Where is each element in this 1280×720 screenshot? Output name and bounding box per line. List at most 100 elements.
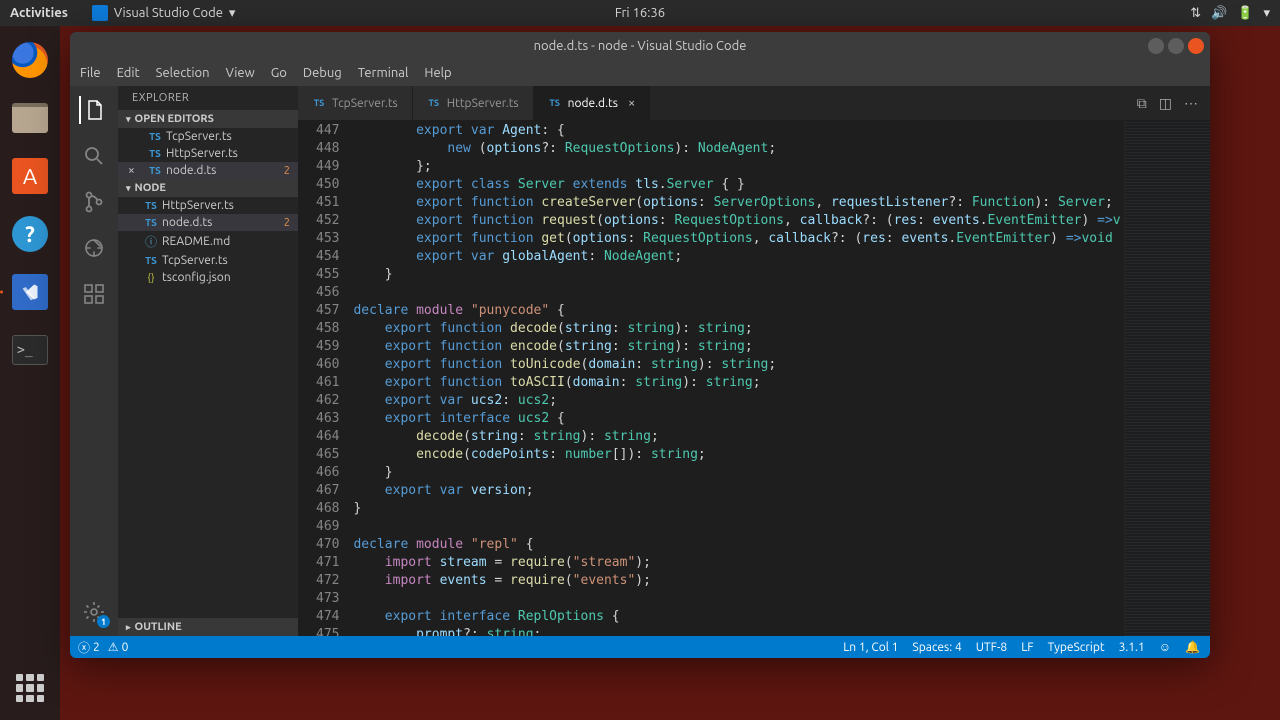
open-editors-header[interactable]: ▾ OPEN EDITORS — [118, 110, 298, 128]
help-icon: ? — [12, 216, 48, 252]
open-editor-item[interactable]: ×node.d.ts2 — [118, 162, 298, 179]
window-controls — [1148, 38, 1204, 54]
error-icon: ⓧ — [78, 639, 90, 656]
chevron-down-icon: ▾ — [126, 114, 131, 125]
file-md-icon — [144, 233, 158, 250]
editor-tab[interactable]: HttpServer.ts — [413, 86, 534, 120]
activity-scm[interactable] — [80, 188, 108, 216]
dock-software[interactable]: A — [8, 154, 52, 198]
outline-label: OUTLINE — [135, 621, 182, 633]
app-indicator[interactable]: Visual Studio Code ▾ — [92, 5, 236, 21]
workspace-file-item[interactable]: node.d.ts2 — [118, 214, 298, 231]
clock-label[interactable]: Fri 16:36 — [615, 6, 665, 20]
status-encoding[interactable]: UTF-8 — [976, 641, 1007, 654]
open-editors-label: OPEN EDITORS — [135, 113, 214, 125]
dock-firefox[interactable] — [8, 38, 52, 82]
status-errors[interactable]: ⓧ2 — [78, 639, 100, 656]
dock-files[interactable] — [8, 96, 52, 140]
minimize-button[interactable] — [1148, 38, 1164, 54]
window-titlebar[interactable]: node.d.ts - node - Visual Studio Code — [70, 32, 1210, 60]
dock-vscode[interactable] — [8, 270, 52, 314]
file-name-label: TcpServer.ts — [162, 254, 228, 267]
tab-close-icon[interactable]: × — [628, 96, 635, 110]
close-button[interactable] — [1188, 38, 1204, 54]
workspace-file-item[interactable]: TcpServer.ts — [118, 252, 298, 269]
workspace-label: NODE — [135, 182, 166, 194]
editor-tab[interactable]: node.d.ts× — [534, 86, 651, 120]
battery-icon[interactable]: 🔋 — [1237, 6, 1253, 21]
menu-terminal[interactable]: Terminal — [358, 66, 409, 80]
workspace-file-list: HttpServer.tsnode.d.ts2README.md TcpServe… — [118, 197, 298, 286]
activity-debug[interactable] — [80, 234, 108, 262]
status-cursor[interactable]: Ln 1, Col 1 — [843, 641, 898, 654]
system-tray[interactable]: ⇅ 🔊 🔋 ▾ — [1190, 6, 1270, 21]
status-left: ⓧ2 ⚠0 — [70, 639, 128, 656]
menu-help[interactable]: Help — [424, 66, 451, 80]
menu-file[interactable]: File — [80, 66, 101, 80]
outline-header[interactable]: ▸ OUTLINE — [118, 618, 298, 636]
editor-tab-actions: ⧉ ◫ ⋯ — [1137, 86, 1210, 120]
warning-count: 0 — [122, 641, 129, 654]
more-icon[interactable]: ⋯ — [1184, 95, 1198, 112]
file-ts-icon — [148, 131, 162, 142]
editor-tab[interactable]: TcpServer.ts — [298, 86, 413, 120]
activity-extensions[interactable] — [80, 280, 108, 308]
workspace-file-item[interactable]: README.md — [118, 231, 298, 252]
vscode-icon — [12, 274, 48, 310]
dock-terminal[interactable]: >_ — [8, 328, 52, 372]
compare-icon[interactable]: ⧉ — [1137, 95, 1147, 112]
activity-bar: 1 — [70, 86, 118, 636]
workspace-header[interactable]: ▾ NODE — [118, 179, 298, 197]
file-ts-icon — [427, 98, 441, 108]
chevron-down-icon: ▾ — [126, 183, 131, 194]
status-right: Ln 1, Col 1 Spaces: 4 UTF-8 LF TypeScrip… — [843, 640, 1210, 654]
menu-selection[interactable]: Selection — [156, 66, 210, 80]
dock-show-apps[interactable] — [16, 674, 44, 702]
tab-label: HttpServer.ts — [447, 97, 519, 110]
status-feedback-icon[interactable]: ☺ — [1159, 640, 1171, 654]
file-name-label: TcpServer.ts — [166, 130, 232, 143]
status-eol[interactable]: LF — [1021, 641, 1033, 654]
settings-badge: 1 — [97, 615, 110, 628]
activity-settings[interactable]: 1 — [80, 598, 108, 626]
activities-button[interactable]: Activities — [10, 6, 68, 20]
file-name-label: node.d.ts — [166, 164, 216, 177]
status-indent[interactable]: Spaces: 4 — [912, 641, 961, 654]
volume-icon[interactable]: 🔊 — [1211, 6, 1227, 21]
status-warnings[interactable]: ⚠0 — [108, 640, 129, 654]
maximize-button[interactable] — [1168, 38, 1184, 54]
open-editor-item[interactable]: HttpServer.ts — [118, 145, 298, 162]
open-editors-list: TcpServer.tsHttpServer.ts×node.d.ts2 — [118, 128, 298, 179]
chevron-down-icon[interactable]: ▾ — [1263, 6, 1270, 21]
open-editor-item[interactable]: TcpServer.ts — [118, 128, 298, 145]
workspace-file-item[interactable]: tsconfig.json — [118, 269, 298, 286]
editor-group: TcpServer.ts HttpServer.ts node.d.ts× ⧉ ◫ … — [298, 86, 1210, 636]
status-bell-icon[interactable]: 🔔 — [1185, 640, 1200, 654]
file-ts-icon — [148, 165, 162, 176]
chevron-right-icon: ▸ — [126, 622, 131, 633]
vscode-window: node.d.ts - node - Visual Studio Code Fi… — [70, 32, 1210, 658]
text-editor[interactable]: 4474484494504514524534544554564574584594… — [298, 120, 1210, 636]
status-language[interactable]: TypeScript — [1048, 641, 1105, 654]
file-name-label: HttpServer.ts — [166, 147, 238, 160]
close-icon[interactable]: × — [128, 164, 135, 177]
workspace-file-item[interactable]: HttpServer.ts — [118, 197, 298, 214]
menu-go[interactable]: Go — [271, 66, 287, 80]
minimap[interactable] — [1124, 120, 1210, 636]
menu-edit[interactable]: Edit — [117, 66, 140, 80]
dock-help[interactable]: ? — [8, 212, 52, 256]
activity-search[interactable] — [80, 142, 108, 170]
editor-tabs: TcpServer.ts HttpServer.ts node.d.ts× ⧉ ◫ … — [298, 86, 1210, 120]
activity-explorer[interactable] — [79, 96, 107, 124]
menu-debug[interactable]: Debug — [303, 66, 342, 80]
menu-view[interactable]: View — [226, 66, 255, 80]
split-editor-icon[interactable]: ◫ — [1159, 95, 1172, 112]
status-ts-version[interactable]: 3.1.1 — [1119, 641, 1145, 654]
files-icon — [12, 103, 48, 133]
sidebar-title: EXPLORER — [118, 86, 298, 110]
network-icon[interactable]: ⇅ — [1190, 6, 1201, 21]
problem-badge: 2 — [284, 217, 290, 229]
menubar: File Edit Selection View Go Debug Terminal Help — [70, 60, 1210, 86]
code-content[interactable]: export var Agent: { new (options?: Reque… — [353, 120, 1124, 636]
warning-icon: ⚠ — [108, 640, 119, 654]
